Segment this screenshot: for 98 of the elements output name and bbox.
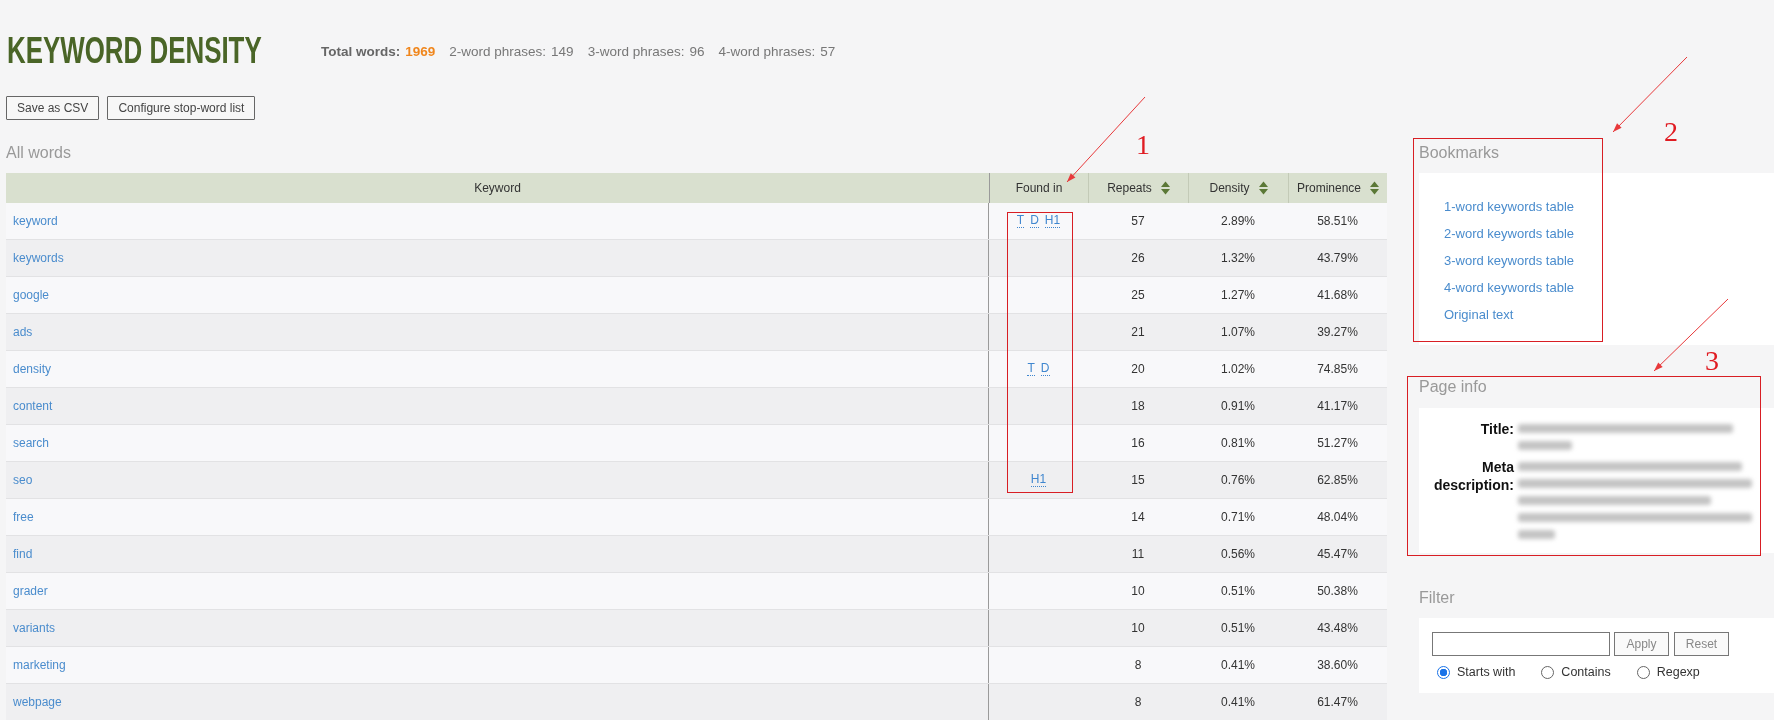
stat-label: Total words: — [321, 43, 401, 59]
radio-option[interactable]: Regexp — [1636, 665, 1700, 679]
table-cell: 1.07% — [1221, 325, 1255, 339]
keyword-link[interactable]: variants — [13, 621, 56, 635]
keyword-link[interactable]: google — [13, 288, 50, 302]
table-cell: 0.41% — [1221, 695, 1255, 709]
table-cell: 0.56% — [1221, 547, 1255, 561]
annotation-number: 1 — [1136, 131, 1150, 159]
keyword-link[interactable]: webpage — [13, 695, 62, 709]
stat-value: 57 — [820, 43, 836, 59]
table-cell: 0.76% — [1221, 473, 1255, 487]
found-in-tag: H1 — [1030, 473, 1047, 487]
table-cell: 21 — [1131, 325, 1145, 339]
radio-option[interactable]: Starts with — [1437, 665, 1516, 679]
table-cell: 20 — [1131, 362, 1145, 376]
table-cell: 11 — [1131, 547, 1145, 561]
filter-button[interactable]: Reset — [1674, 632, 1729, 656]
table-cell: 51.27% — [1317, 436, 1358, 450]
table-cell: 45.47% — [1317, 547, 1358, 561]
keyword-link[interactable]: free — [13, 510, 34, 524]
keyword-link[interactable]: content — [13, 399, 53, 413]
table-cell: 1.02% — [1221, 362, 1255, 376]
found-in-tag: D — [1040, 362, 1050, 376]
section-heading: All words — [6, 143, 71, 163]
bookmark-link[interactable]: 4-word keywords table — [1444, 274, 1575, 301]
table-cell: 62.85% — [1317, 473, 1358, 487]
keyword-link[interactable]: keywords — [13, 251, 64, 265]
table-cell: 10 — [1131, 584, 1145, 598]
found-in-tag: T — [1016, 214, 1025, 228]
keyword-link[interactable]: seo — [13, 473, 33, 487]
table-cell: 8 — [1134, 658, 1142, 672]
table-cell: 50.38% — [1317, 584, 1358, 598]
panel-heading: Page info — [1419, 377, 1487, 397]
field-label: Meta description: — [1433, 459, 1514, 493]
radio-option[interactable]: Contains — [1541, 665, 1611, 679]
keyword-link[interactable]: grader — [13, 584, 48, 598]
page-title: KEYWORD DENSITY — [7, 31, 262, 71]
table-cell: 57 — [1131, 214, 1145, 228]
panel-heading: Bookmarks — [1419, 143, 1500, 163]
table-cell: 58.51% — [1317, 214, 1358, 228]
table-cell: 8 — [1134, 695, 1142, 709]
keyword-link[interactable]: find — [13, 547, 33, 561]
toolbar-button[interactable]: Configure stop-word list — [107, 96, 256, 120]
table-cell: 43.48% — [1317, 621, 1358, 635]
table-cell: 1.32% — [1221, 251, 1255, 265]
stat-value: 149 — [551, 43, 574, 59]
table-cell: 0.91% — [1221, 399, 1255, 413]
table-cell: 15 — [1131, 473, 1145, 487]
table-cell: 14 — [1131, 510, 1145, 524]
stat-label: 3-word phrases: — [587, 43, 685, 59]
table-cell: 74.85% — [1317, 362, 1358, 376]
table-cell: 0.41% — [1221, 658, 1255, 672]
table-cell: 16 — [1131, 436, 1145, 450]
keyword-link[interactable]: density — [13, 362, 52, 376]
stat-label: 2-word phrases: — [449, 43, 547, 59]
table-cell: 39.27% — [1317, 325, 1358, 339]
table-cell: 0.51% — [1221, 584, 1255, 598]
stat-value: 96 — [689, 43, 705, 59]
table-cell: 0.81% — [1221, 436, 1255, 450]
keyword-link[interactable]: search — [13, 436, 50, 450]
bookmark-link[interactable]: 1-word keywords table — [1444, 193, 1575, 220]
column-header: Keyword — [474, 181, 521, 195]
column-header[interactable]: Repeats — [1107, 181, 1170, 195]
table-cell: 48.04% — [1317, 510, 1358, 524]
panel-heading: Filter — [1419, 588, 1455, 608]
filter-button[interactable]: Apply — [1614, 632, 1669, 656]
table-cell: 0.71% — [1221, 510, 1255, 524]
table-cell: 2.89% — [1221, 214, 1255, 228]
bookmark-link[interactable]: 3-word keywords table — [1444, 247, 1575, 274]
bookmark-link[interactable]: 2-word keywords table — [1444, 220, 1575, 247]
table-cell: 1.27% — [1221, 288, 1255, 302]
annotation-number: 2 — [1664, 118, 1678, 146]
table-cell: 61.47% — [1317, 695, 1358, 709]
stat-label: 4-word phrases: — [718, 43, 816, 59]
annotation-number: 3 — [1705, 347, 1719, 375]
column-header[interactable]: Prominence — [1297, 181, 1379, 195]
column-header[interactable]: Density — [1209, 181, 1268, 195]
keyword-link[interactable]: ads — [13, 325, 33, 339]
table-cell: 10 — [1131, 621, 1145, 635]
table-cell: 0.51% — [1221, 621, 1255, 635]
found-in-tag: H1 — [1044, 214, 1061, 228]
keyword-link[interactable]: keyword — [13, 214, 58, 228]
field-label: Title: — [1480, 421, 1514, 437]
stat-value: 1969 — [405, 43, 436, 59]
filter-input[interactable] — [1432, 632, 1610, 656]
column-header: Found in — [1015, 181, 1063, 195]
table-cell: 38.60% — [1317, 658, 1358, 672]
table-cell: 25 — [1131, 288, 1145, 302]
table-cell: 26 — [1131, 251, 1145, 265]
bookmark-link[interactable]: Original text — [1444, 301, 1514, 328]
found-in-tag: T — [1027, 362, 1035, 376]
table-cell: 41.17% — [1317, 399, 1358, 413]
table-cell: 18 — [1131, 399, 1145, 413]
table-cell: 41.68% — [1317, 288, 1358, 302]
keyword-link[interactable]: marketing — [13, 658, 66, 672]
found-in-tag: D — [1030, 214, 1039, 228]
toolbar-button[interactable]: Save as CSV — [6, 96, 100, 120]
table-cell: 43.79% — [1317, 251, 1358, 265]
